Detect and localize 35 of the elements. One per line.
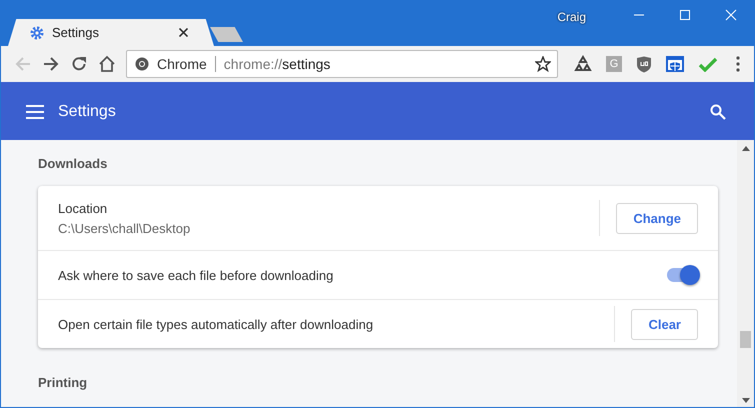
menu-icon[interactable] [736, 56, 740, 72]
gear-icon [30, 26, 44, 40]
star-icon[interactable] [535, 56, 551, 72]
toggle-switch[interactable] [667, 268, 698, 282]
scrollbar-thumb[interactable] [740, 331, 751, 348]
page-title: Settings [58, 103, 116, 121]
shield-icon[interactable] [636, 56, 652, 72]
action-button[interactable]: Clear [631, 308, 698, 340]
scroll-up-icon[interactable] [742, 146, 750, 151]
maximize-icon[interactable] [679, 9, 691, 21]
browser-tab[interactable]: Settings [8, 19, 214, 46]
action-button[interactable]: Change [616, 202, 698, 234]
setting-label: Location [58, 200, 108, 216]
setting-value: C:\Users\chall\Desktop [58, 220, 192, 236]
scroll-down-icon[interactable] [742, 398, 750, 403]
tab-title: Settings [52, 25, 99, 40]
section-heading: Downloads [38, 156, 108, 171]
search-icon[interactable] [710, 104, 726, 120]
address-bar[interactable]: Chrome chrome://settings [126, 50, 558, 78]
home-icon[interactable] [98, 55, 116, 73]
close-icon[interactable] [179, 28, 188, 37]
url-text: chrome://settings [224, 56, 330, 72]
profile-name[interactable]: Craig [557, 10, 586, 24]
menu-icon[interactable] [26, 105, 44, 119]
forward-icon[interactable] [42, 55, 60, 73]
shield-window-icon[interactable] [666, 56, 684, 72]
site-label: Chrome [157, 56, 207, 72]
reload-icon[interactable] [70, 55, 88, 73]
section-heading: Printing [38, 375, 88, 390]
setting-label: Ask where to save each file before downloading [58, 268, 334, 282]
setting-label: Open certain file types automatically after downloading [58, 316, 374, 332]
scrollbar[interactable] [737, 140, 754, 407]
checkmark-icon[interactable] [698, 56, 718, 72]
new-tab-button[interactable] [210, 27, 243, 42]
chrome-logo-icon [135, 57, 149, 71]
